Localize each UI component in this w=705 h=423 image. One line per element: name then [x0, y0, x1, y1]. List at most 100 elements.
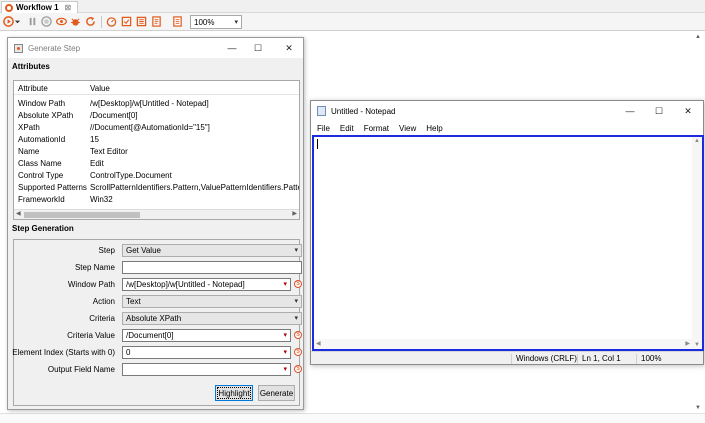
debug-icon[interactable] — [70, 16, 81, 27]
attribute-value: Text Editor — [90, 146, 128, 156]
editor-tab-strip: Workflow 1 ⊠ — [0, 0, 705, 13]
criteria-value-combo[interactable]: /Document[0] ▾ — [122, 329, 291, 342]
menu-view[interactable]: View — [399, 124, 416, 133]
notepad-title-bar[interactable]: Untitled - Notepad — ☐ ✕ — [311, 101, 703, 121]
notepad-menu-bar: File Edit Format View Help — [311, 121, 703, 135]
highlight-button[interactable]: Highlight — [215, 385, 253, 401]
notepad-text-area[interactable]: ▲ ▼ ◀ ▶ — [312, 135, 704, 351]
attribute-value: Edit — [90, 158, 104, 168]
maximize-button[interactable]: ☐ — [653, 105, 665, 117]
close-button[interactable]: ✕ — [283, 42, 295, 54]
table-row[interactable]: Absolute XPath /Document[0] — [14, 109, 299, 121]
table-row[interactable]: XPath //Document[@AutomationId="15"] — [14, 121, 299, 133]
attributes-header-row: Attribute Value — [14, 83, 299, 95]
table-row[interactable]: FrameworkId Win32 — [14, 193, 299, 205]
zoom-select[interactable]: 100% ▾ — [190, 15, 242, 29]
workflow-tab[interactable]: Workflow 1 ⊠ — [1, 1, 79, 13]
chevron-down-icon: ▾ — [294, 315, 298, 322]
table-row[interactable]: AutomationId 15 — [14, 133, 299, 145]
scroll-up-icon[interactable]: ▲ — [695, 34, 701, 40]
table-row[interactable]: Window Path /w[Desktop]/w[Untitled - Not… — [14, 97, 299, 109]
step-icon[interactable] — [121, 16, 132, 27]
watch-icon[interactable] — [56, 16, 67, 27]
attribute-name: Supported Patterns — [18, 182, 87, 192]
minimize-button[interactable]: — — [624, 105, 636, 117]
table-row[interactable]: Name Text Editor — [14, 145, 299, 157]
properties-icon[interactable] — [172, 16, 183, 27]
window-path-label: Window Path — [67, 280, 115, 289]
chevron-down-icon: ▾ — [283, 349, 287, 356]
table-row[interactable]: Supported Patterns ScrollPatternIdentifi… — [14, 181, 299, 193]
window-path-combo[interactable]: /w[Desktop]/w[Untitled - Notepad] ▾ — [122, 278, 291, 291]
scroll-left-icon[interactable]: ◀ — [316, 340, 321, 347]
step-name-label: Step Name — [74, 263, 115, 272]
run-icon[interactable] — [3, 16, 14, 27]
canvas-horizontal-scrollbar[interactable] — [0, 413, 705, 423]
maximize-button[interactable]: ☐ — [252, 42, 264, 54]
toolbar-separator — [101, 16, 102, 28]
table-row[interactable]: Class Name Edit — [14, 157, 299, 169]
workflow-tab-label: Workflow 1 — [16, 3, 59, 12]
attribute-value: 15 — [90, 134, 99, 144]
tab-close-icon[interactable]: ⊠ — [65, 3, 72, 12]
workflow-icon — [5, 3, 13, 12]
scroll-left-icon[interactable]: ◀ — [16, 210, 21, 217]
notes-icon[interactable] — [151, 16, 162, 27]
scroll-down-icon[interactable]: ▼ — [695, 405, 701, 411]
step-generation-heading: Step Generation — [12, 224, 74, 233]
menu-file[interactable]: File — [317, 124, 330, 133]
criteria-value: Absolute XPath — [126, 314, 182, 323]
menu-help[interactable]: Help — [426, 124, 442, 133]
refresh-icon[interactable] — [85, 16, 96, 27]
action-select[interactable]: Text ▾ — [122, 295, 302, 308]
element-index-combo[interactable]: 0 ▾ — [122, 346, 291, 359]
chevron-down-icon: ▾ — [283, 332, 287, 339]
run-dropdown-icon[interactable] — [14, 16, 21, 27]
scrollbar-thumb[interactable] — [24, 212, 140, 218]
column-header: Attribute — [18, 84, 48, 93]
dialog-title-bar[interactable]: Generate Step — ☐ ✕ — [8, 38, 303, 58]
attribute-name: XPath — [18, 122, 40, 132]
dialog-app-icon — [14, 43, 23, 53]
menu-edit[interactable]: Edit — [340, 124, 354, 133]
dialog-title: Generate Step — [28, 43, 81, 53]
variable-icon[interactable]: $ — [294, 280, 302, 288]
notepad-title: Untitled - Notepad — [331, 106, 396, 116]
attribute-name: Name — [18, 146, 40, 156]
chevron-down-icon: ▾ — [294, 298, 298, 305]
scroll-right-icon[interactable]: ▶ — [685, 340, 690, 347]
stopwatch-icon[interactable] — [106, 16, 117, 27]
attribute-value: /Document[0] — [90, 110, 138, 120]
attributes-horizontal-scrollbar[interactable]: ◀ ▶ — [14, 209, 299, 219]
pause-icon[interactable] — [27, 16, 38, 27]
scroll-down-icon[interactable]: ▼ — [694, 342, 700, 348]
variable-icon[interactable]: $ — [294, 365, 302, 373]
attribute-value: //Document[@AutomationId="15"] — [90, 122, 210, 132]
table-row[interactable]: Control Type ControlType.Document — [14, 169, 299, 181]
element-index-label: Element Index (Starts with 0) — [12, 348, 115, 357]
status-cursor-position: Ln 1, Col 1 — [577, 354, 621, 364]
attribute-name: AutomationId — [18, 134, 66, 144]
scroll-up-icon[interactable]: ▲ — [694, 138, 700, 144]
stop-icon[interactable] — [41, 16, 52, 27]
column-header: Value — [90, 84, 110, 93]
variable-icon[interactable]: $ — [294, 331, 302, 339]
attribute-name: Control Type — [18, 170, 64, 180]
minimize-button[interactable]: — — [226, 42, 238, 54]
generate-button[interactable]: Generate — [258, 385, 295, 401]
step-name-input[interactable] — [122, 261, 302, 274]
notepad-horizontal-scrollbar[interactable]: ◀ ▶ — [314, 339, 692, 349]
criteria-select[interactable]: Absolute XPath ▾ — [122, 312, 302, 325]
chevron-down-icon: ▾ — [294, 247, 298, 254]
scroll-right-icon[interactable]: ▶ — [292, 210, 297, 217]
close-button[interactable]: ✕ — [682, 105, 694, 117]
record-icon[interactable] — [136, 16, 147, 27]
criteria-value-label: Criteria Value — [67, 331, 115, 340]
step-select[interactable]: Get Value ▾ — [122, 244, 302, 257]
text-caret — [317, 139, 318, 149]
notepad-vertical-scrollbar[interactable]: ▲ ▼ — [692, 137, 702, 349]
status-line-ending: Windows (CRLF) — [511, 354, 577, 364]
menu-format[interactable]: Format — [364, 124, 389, 133]
variable-icon[interactable]: $ — [294, 348, 302, 356]
output-field-name-combo[interactable]: ▾ — [122, 363, 291, 376]
